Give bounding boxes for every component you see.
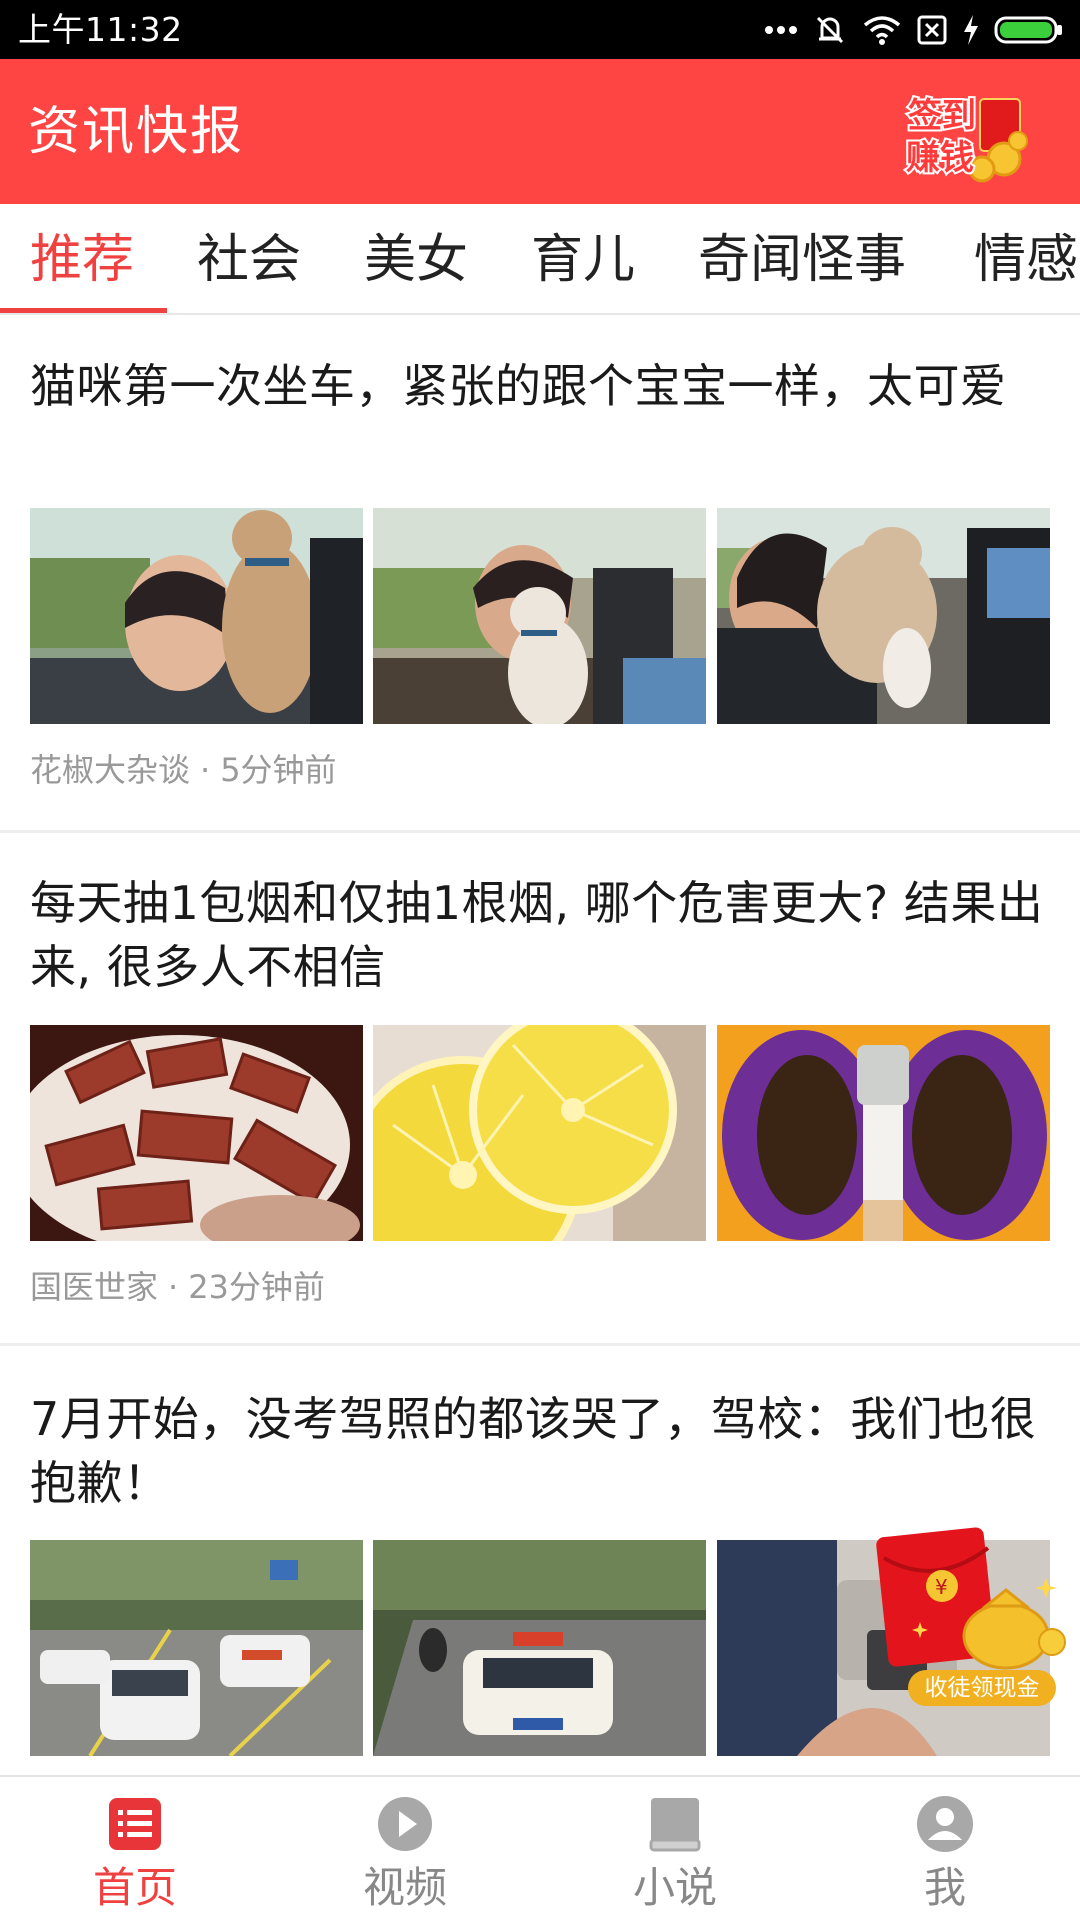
nav-novel[interactable]: 小说	[540, 1777, 810, 1920]
tab-beauty[interactable]: 美女	[364, 231, 468, 289]
article-time: 5分钟前	[220, 751, 337, 789]
status-bar: 上午11:32	[0, 0, 1080, 59]
thumbnail-image	[373, 1540, 706, 1756]
article-source: 花椒大杂谈	[30, 751, 191, 789]
nav-label: 首页	[92, 1863, 177, 1912]
tab-active-indicator	[0, 308, 167, 313]
vibrate-off-icon	[816, 16, 844, 44]
play-circle-icon	[378, 1797, 432, 1851]
svg-text:签到: 签到	[908, 96, 976, 136]
charging-icon	[964, 15, 978, 45]
tab-recommend[interactable]: 推荐	[30, 231, 134, 289]
article-time: 23分钟前	[188, 1268, 325, 1306]
tab-emotion[interactable]: 情感	[974, 231, 1078, 289]
sim-off-icon	[917, 15, 947, 45]
invite-cash-envelope[interactable]: ¥ 收徒领现金	[876, 1518, 1076, 1708]
envelope-label: 收徒领现金	[908, 1670, 1056, 1706]
tab-parenting[interactable]: 育儿	[531, 231, 635, 289]
article-divider	[0, 830, 1080, 833]
app-title: 资讯快报	[28, 102, 245, 162]
article-meta: 花椒大杂谈 · 5分钟前	[30, 750, 337, 790]
svg-text:赚钱: 赚钱	[906, 138, 974, 178]
article-card-cat[interactable]: 猫咪第一次坐车，紧张的跟个宝宝一样，太可爱 花椒大杂谈 · 5分钟前	[0, 354, 1080, 832]
article-thumbnails	[30, 508, 1050, 724]
article-thumbnails	[30, 1025, 1050, 1241]
book-icon	[649, 1798, 701, 1852]
meta-separator: ·	[200, 751, 211, 789]
article-card-smoking[interactable]: 每天抽1包烟和仅抽1根烟, 哪个危害更大? 结果出来, 很多人不相信 国医世家 ·…	[0, 871, 1080, 1351]
thumbnail-image	[30, 1540, 363, 1756]
signin-earn-button[interactable]: 签到 赚钱	[888, 77, 1034, 187]
thumbnail-image	[30, 1025, 363, 1241]
thumbnail-image	[373, 508, 706, 724]
nav-home[interactable]: 首页	[0, 1777, 270, 1920]
thumbnail-image	[373, 1025, 706, 1241]
home-list-icon	[109, 1798, 161, 1850]
nav-video[interactable]: 视频	[270, 1777, 540, 1920]
thumbnail-image	[717, 1025, 1050, 1241]
category-tabs: 推荐 社会 美女 育儿 奇闻怪事 情感	[0, 204, 1080, 315]
article-meta: 国医世家 · 23分钟前	[30, 1267, 325, 1307]
article-source: 国医世家	[30, 1268, 159, 1306]
bottom-nav: 首页 视频 小说 我	[0, 1775, 1080, 1920]
meta-separator: ·	[168, 1268, 179, 1306]
article-title: 猫咪第一次坐车，紧张的跟个宝宝一样，太可爱	[30, 359, 1007, 413]
thumbnail-image	[30, 508, 363, 724]
thumbnail-image	[717, 508, 1050, 724]
nav-me[interactable]: 我	[810, 1777, 1080, 1920]
article-divider	[0, 1343, 1080, 1346]
tab-oddities[interactable]: 奇闻怪事	[698, 231, 906, 289]
nav-label: 视频	[362, 1863, 447, 1912]
user-avatar-icon	[917, 1796, 973, 1852]
status-time: 上午11:32	[18, 10, 183, 49]
nav-label: 小说	[632, 1863, 717, 1912]
signin-coins-icon: 签到 赚钱	[904, 94, 1028, 183]
status-icons	[764, 10, 1064, 50]
app-header: 资讯快报 签到 赚钱	[0, 59, 1080, 204]
nav-label: 我	[923, 1863, 966, 1912]
article-title: 7月开始，没考驾照的都该哭了，驾校：我们也很抱歉！	[30, 1392, 1037, 1510]
more-dots-icon	[765, 26, 797, 34]
wifi-icon	[863, 16, 901, 45]
battery-icon	[994, 16, 1062, 44]
tab-society[interactable]: 社会	[197, 231, 301, 289]
svg-text:¥: ¥	[935, 1575, 948, 1599]
article-title: 每天抽1包烟和仅抽1根烟, 哪个危害更大? 结果出来, 很多人不相信	[30, 876, 1044, 994]
